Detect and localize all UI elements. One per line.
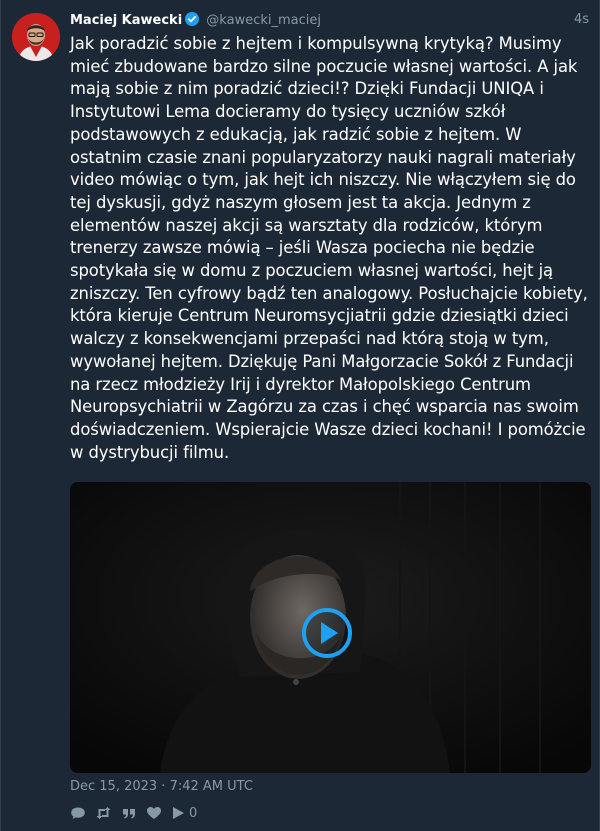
views-button[interactable]: 0	[171, 805, 197, 821]
author-fullname[interactable]: Maciej Kawecki	[70, 13, 182, 28]
tweet-header: Maciej Kawecki @kawecki_maciej 4s	[70, 12, 589, 32]
play-views-icon	[173, 807, 184, 819]
quote-button[interactable]	[121, 805, 137, 821]
author-username[interactable]: @kawecki_maciej	[206, 13, 321, 28]
tweet: Maciej Kawecki @kawecki_maciej 4s Jak po…	[0, 0, 600, 831]
retweet-button[interactable]	[95, 805, 112, 821]
heart-icon	[147, 807, 161, 819]
avatar-image	[12, 13, 60, 61]
play-icon	[302, 608, 352, 658]
tweet-date[interactable]: Dec 15, 2023 · 7:42 AM UTC	[70, 779, 253, 794]
reply-icon	[71, 807, 85, 819]
like-button[interactable]	[146, 805, 162, 821]
verified-badge-icon	[185, 12, 200, 31]
tweet-time[interactable]: 4s	[574, 12, 589, 28]
play-button[interactable]	[302, 608, 352, 658]
avatar[interactable]	[12, 13, 60, 61]
retweet-icon	[96, 807, 111, 819]
tweet-actions: 0	[70, 803, 206, 823]
quote-icon	[123, 809, 135, 819]
views-count: 0	[189, 805, 198, 821]
reply-button[interactable]	[70, 805, 86, 821]
tweet-content: Jak poradzić sobie z hejtem i kompulsywn…	[70, 34, 588, 462]
